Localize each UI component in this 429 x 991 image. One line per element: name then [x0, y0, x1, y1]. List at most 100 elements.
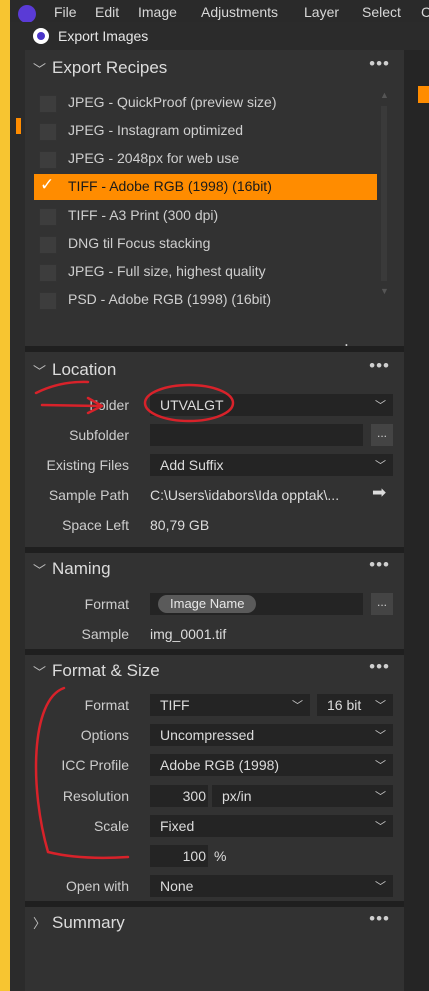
icc-profile-select[interactable]: Adobe RGB (1998) ﹀	[150, 754, 393, 776]
recipe-item[interactable]: JPEG - Full size, highest quality	[34, 259, 377, 285]
chevron-right-icon: 〉	[33, 916, 47, 931]
app-logo-icon	[33, 28, 49, 44]
sample-path-value: C:\Users\idabors\Ida opptak\...	[150, 487, 340, 503]
checkbox[interactable]	[39, 236, 57, 254]
open-with-select[interactable]: None ﹀	[150, 875, 393, 897]
menu-file[interactable]: File	[54, 4, 77, 20]
arrow-right-icon[interactable]: ➡	[372, 483, 386, 503]
section-title: Location	[52, 360, 117, 379]
menu-more[interactable]: C	[421, 4, 429, 20]
file-format-select[interactable]: TIFF ﹀	[150, 694, 310, 716]
recipe-item-selected[interactable]: TIFF - Adobe RGB (1998) (16bit)	[34, 174, 377, 200]
menu-image[interactable]: Image	[138, 4, 177, 20]
window-title: Export Images	[58, 28, 149, 44]
checkbox-checked[interactable]	[39, 175, 55, 195]
scale-value: Fixed	[160, 818, 195, 834]
space-left-value: 80,79 GB	[150, 517, 210, 533]
menu-edit[interactable]: Edit	[95, 4, 119, 20]
location-header[interactable]: ﹀ Location •••	[25, 354, 404, 384]
menu-select[interactable]: Select	[362, 4, 401, 20]
export-recipes-panel: ﹀ Export Recipes ••• JPEG - QuickProof (…	[25, 50, 404, 362]
format-size-header[interactable]: ﹀ Format & Size •••	[25, 655, 404, 685]
file-format-label: Format	[84, 697, 129, 713]
recipe-item[interactable]: PSD - Adobe RGB (1998) (16bit)	[34, 287, 377, 313]
image-name-token[interactable]: Image Name	[158, 595, 257, 613]
naming-format-button[interactable]: ...	[371, 593, 393, 615]
preview-area-strip	[404, 50, 429, 991]
section-title: Export Recipes	[52, 58, 168, 77]
window-titlebar: Export Images	[25, 22, 429, 50]
checkbox[interactable]	[39, 95, 57, 113]
resolution-value: 300	[182, 788, 206, 804]
more-options-icon[interactable]: •••	[369, 657, 390, 677]
resolution-label: Resolution	[62, 788, 129, 804]
section-title: Format & Size	[52, 661, 160, 680]
scroll-thumb[interactable]	[381, 106, 387, 281]
chevron-down-icon: ﹀	[33, 364, 47, 379]
chevron-down-icon: ﹀	[33, 563, 47, 578]
scale-percent-input[interactable]: 100	[150, 845, 208, 867]
resolution-unit-value: px/in	[222, 788, 252, 804]
scale-select[interactable]: Fixed ﹀	[150, 815, 393, 837]
existing-files-select[interactable]: Add Suffix ﹀	[150, 454, 393, 476]
recipe-label: JPEG - Instagram optimized	[68, 122, 244, 138]
recipe-item[interactable]: JPEG - QuickProof (preview size)	[34, 90, 377, 116]
recipe-item[interactable]: DNG til Focus stacking	[34, 231, 377, 257]
folder-select[interactable]: UTVALGT ﹀	[150, 394, 393, 416]
bit-depth-select[interactable]: 16 bit ﹀	[317, 694, 393, 716]
tool-indicator	[16, 118, 21, 134]
naming-header[interactable]: ﹀ Naming •••	[25, 553, 404, 583]
subfolder-browse-button[interactable]: ...	[371, 424, 393, 446]
recipes-scrollbar[interactable]: ▲ ▼	[379, 90, 389, 300]
scroll-down-icon[interactable]: ▼	[380, 286, 389, 296]
icc-profile-label: ICC Profile	[61, 757, 129, 773]
chevron-down-icon: ﹀	[375, 821, 386, 833]
naming-format-field[interactable]: Image Name	[150, 593, 363, 615]
checkbox[interactable]	[39, 292, 57, 310]
space-left-label: Space Left	[62, 517, 129, 533]
resolution-input[interactable]: 300	[150, 785, 208, 807]
section-title: Naming	[52, 559, 111, 578]
chevron-down-icon: ﹀	[375, 760, 386, 772]
recipe-item[interactable]: JPEG - Instagram optimized	[34, 118, 377, 144]
percent-sign: %	[214, 848, 227, 864]
resolution-unit-select[interactable]: px/in ﹀	[212, 785, 393, 807]
export-recipes-header[interactable]: ﹀ Export Recipes •••	[25, 52, 404, 82]
scroll-up-icon[interactable]: ▲	[380, 90, 389, 100]
recipe-item[interactable]: TIFF - A3 Print (300 dpi)	[34, 203, 377, 229]
more-options-icon[interactable]: •••	[369, 54, 390, 74]
options-value: Uncompressed	[160, 727, 255, 743]
chevron-down-icon: ﹀	[375, 460, 386, 472]
naming-sample-value: img_0001.tif	[150, 626, 227, 642]
checkbox[interactable]	[39, 208, 57, 226]
open-with-label: Open with	[65, 878, 129, 894]
checkbox[interactable]	[39, 151, 57, 169]
sample-path-label: Sample Path	[48, 487, 129, 503]
background-tool-strip	[10, 22, 25, 991]
folder-label: Folder	[89, 397, 129, 413]
naming-panel: ﹀ Naming ••• Format Image Name ... Sampl…	[25, 553, 404, 649]
recipe-label: TIFF - Adobe RGB (1998) (16bit)	[68, 178, 272, 194]
recipe-label: DNG til Focus stacking	[68, 235, 211, 251]
checkbox[interactable]	[39, 123, 57, 141]
subfolder-label: Subfolder	[69, 427, 129, 443]
subfolder-input[interactable]	[150, 424, 363, 446]
existing-files-label: Existing Files	[46, 457, 129, 473]
menu-adjustments[interactable]: Adjustments	[201, 4, 278, 20]
menu-layer[interactable]: Layer	[304, 4, 339, 20]
scale-label: Scale	[93, 818, 129, 834]
more-options-icon[interactable]: •••	[369, 555, 390, 575]
more-options-icon[interactable]: •••	[369, 909, 390, 929]
checkbox[interactable]	[39, 264, 57, 282]
summary-panel: 〉 Summary •••	[25, 907, 404, 991]
recipe-item[interactable]: JPEG - 2048px for web use	[34, 146, 377, 172]
chevron-down-icon: ﹀	[33, 665, 47, 680]
location-panel: ﹀ Location ••• Folder UTVALGT ﹀ Subfolde…	[25, 352, 404, 547]
options-select[interactable]: Uncompressed ﹀	[150, 724, 393, 746]
icc-profile-value: Adobe RGB (1998)	[160, 757, 280, 773]
chevron-down-icon: ﹀	[33, 62, 47, 77]
chevron-down-icon: ﹀	[375, 700, 386, 712]
more-options-icon[interactable]: •••	[369, 356, 390, 376]
accent-indicator	[418, 86, 429, 103]
summary-header[interactable]: 〉 Summary •••	[25, 907, 404, 937]
